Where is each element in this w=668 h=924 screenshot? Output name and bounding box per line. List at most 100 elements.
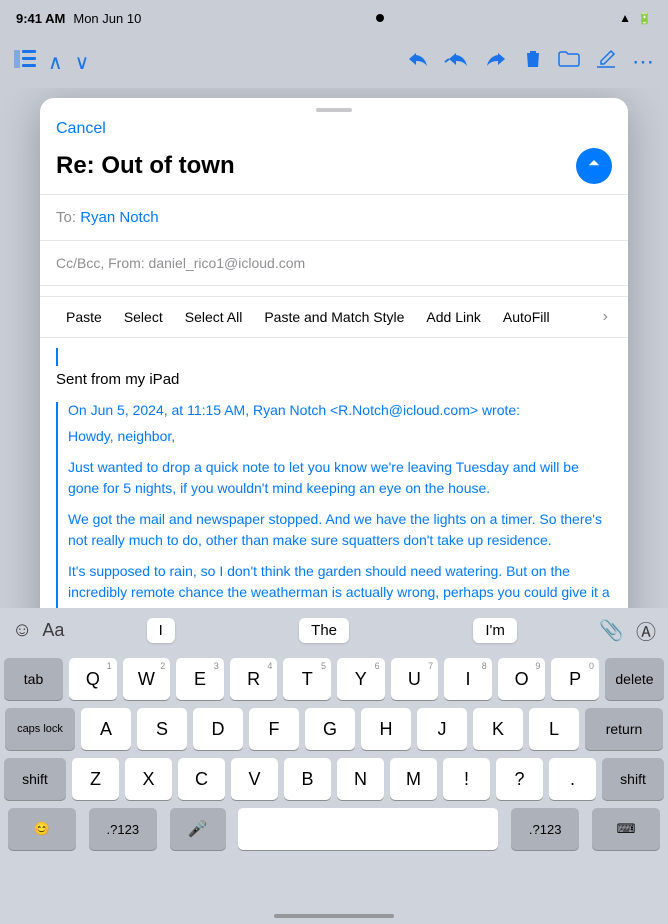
numbers-key-left[interactable]: .?123	[89, 808, 157, 850]
prev-message-icon[interactable]: ∧	[48, 50, 63, 75]
key-m[interactable]: M	[390, 758, 437, 800]
key-d-main: D	[212, 719, 225, 740]
key-e-sub: 3	[214, 661, 219, 671]
caps-label: caps lock	[17, 723, 63, 735]
key-i[interactable]: 8I	[444, 658, 492, 700]
quicktype-words: I The I'm	[64, 618, 599, 643]
key-g[interactable]: G	[305, 708, 355, 750]
send-button[interactable]	[576, 148, 612, 184]
key-z[interactable]: Z	[72, 758, 119, 800]
quicktype-left: ☺ Aa	[12, 619, 64, 642]
context-menu: Paste Select Select All Paste and Match …	[40, 296, 628, 338]
keyboard-settings-icon[interactable]: ☺	[12, 619, 32, 642]
signature: Sent from my iPad	[56, 371, 612, 388]
key-v[interactable]: V	[231, 758, 278, 800]
key-question[interactable]: ?	[496, 758, 543, 800]
select-button[interactable]: Select	[114, 303, 173, 331]
quoted-para-3: We got the mail and newspaper stopped. A…	[68, 509, 612, 551]
key-w[interactable]: 2W	[123, 658, 171, 700]
key-x[interactable]: X	[125, 758, 172, 800]
quoted-body: Howdy, neighbor, Just wanted to drop a q…	[68, 426, 612, 624]
key-b[interactable]: B	[284, 758, 331, 800]
key-h-main: H	[380, 719, 393, 740]
key-n[interactable]: N	[337, 758, 384, 800]
quicktype-word-3[interactable]: I'm	[473, 618, 517, 643]
quicktype-word-1[interactable]: I	[147, 618, 175, 643]
quicktype-word-2[interactable]: The	[299, 618, 349, 643]
email-body[interactable]: Sent from my iPad On Jun 5, 2024, at 11:…	[40, 338, 628, 640]
keyboard-row-2: caps lock A S D F G H J K L return	[4, 708, 664, 750]
folder-icon[interactable]	[558, 50, 580, 74]
numbers-key-right[interactable]: .?123	[511, 808, 579, 850]
key-i-sub: 8	[482, 661, 487, 671]
key-period[interactable]: .	[549, 758, 596, 800]
keyboard-bottom-row: 😊 .?123 🎤 .?123 ⌨	[4, 808, 664, 850]
return-key[interactable]: return	[585, 708, 663, 750]
battery-full-icon: 🔋	[637, 11, 652, 25]
key-t[interactable]: 5T	[283, 658, 331, 700]
key-q[interactable]: 1Q	[69, 658, 117, 700]
delete-key[interactable]: delete	[605, 658, 664, 700]
key-y-sub: 6	[375, 661, 380, 671]
key-o[interactable]: 9O	[498, 658, 546, 700]
key-e[interactable]: 3E	[176, 658, 224, 700]
add-link-button[interactable]: Add Link	[416, 303, 490, 331]
key-l[interactable]: L	[529, 708, 579, 750]
sheet-header: Cancel	[40, 118, 628, 148]
keyboard-dismiss-label: ⌨	[617, 821, 636, 837]
key-s[interactable]: S	[137, 708, 187, 750]
font-size-icon[interactable]: Aa	[42, 620, 64, 641]
key-b-main: B	[301, 769, 313, 790]
status-bar: 9:41 AM Mon Jun 10 ▲ 🔋	[0, 0, 668, 36]
shift-key-right[interactable]: shift	[602, 758, 664, 800]
key-q-main: Q	[86, 669, 100, 690]
mic-label: 🎤	[188, 819, 208, 839]
to-name[interactable]: Ryan Notch	[80, 209, 158, 226]
reply-all-icon[interactable]	[444, 49, 470, 75]
sidebar-toggle-icon[interactable]	[14, 50, 36, 74]
key-t-sub: 5	[321, 661, 326, 671]
more-icon[interactable]: ⋯	[632, 49, 654, 75]
key-j[interactable]: J	[417, 708, 467, 750]
key-d[interactable]: D	[193, 708, 243, 750]
emoji-key[interactable]: 😊	[8, 808, 76, 850]
key-y[interactable]: 6Y	[337, 658, 385, 700]
key-f[interactable]: F	[249, 708, 299, 750]
key-r[interactable]: 4R	[230, 658, 278, 700]
attachment-icon[interactable]: 📎	[599, 618, 624, 643]
key-w-main: W	[138, 669, 155, 690]
trash-icon[interactable]	[524, 48, 542, 76]
autofill-button[interactable]: AutoFill	[493, 303, 560, 331]
select-all-button[interactable]: Select All	[175, 303, 253, 331]
key-u[interactable]: 7U	[391, 658, 439, 700]
key-h[interactable]: H	[361, 708, 411, 750]
key-c[interactable]: C	[178, 758, 225, 800]
return-label: return	[606, 721, 643, 737]
sheet-handle	[316, 108, 352, 112]
reply-icon[interactable]	[406, 49, 428, 75]
home-indicator	[274, 914, 394, 918]
key-k[interactable]: K	[473, 708, 523, 750]
forward-icon[interactable]	[486, 49, 508, 75]
paste-button[interactable]: Paste	[56, 303, 112, 331]
key-exclaim[interactable]: !	[443, 758, 490, 800]
key-i-main: I	[465, 669, 470, 690]
key-m-main: M	[406, 769, 421, 790]
space-key[interactable]	[238, 808, 498, 850]
mic-key[interactable]: 🎤	[170, 808, 226, 850]
paste-match-style-button[interactable]: Paste and Match Style	[254, 303, 414, 331]
shift-key-left[interactable]: shift	[4, 758, 66, 800]
compose-icon[interactable]	[596, 49, 616, 75]
context-menu-more-arrow[interactable]: ›	[599, 308, 612, 326]
key-p[interactable]: 0P	[551, 658, 599, 700]
toolbar-right: ⋯	[406, 48, 654, 76]
cancel-button[interactable]: Cancel	[56, 120, 106, 138]
sheet-handle-area	[40, 98, 628, 118]
keyboard-dismiss-key[interactable]: ⌨	[592, 808, 660, 850]
dictation-alt-icon[interactable]: Ⓐ	[636, 616, 656, 645]
next-message-icon[interactable]: ∨	[75, 50, 90, 75]
key-p-sub: 0	[589, 661, 594, 671]
key-a[interactable]: A	[81, 708, 131, 750]
caps-lock-key[interactable]: caps lock	[5, 708, 75, 750]
tab-key[interactable]: tab	[4, 658, 63, 700]
